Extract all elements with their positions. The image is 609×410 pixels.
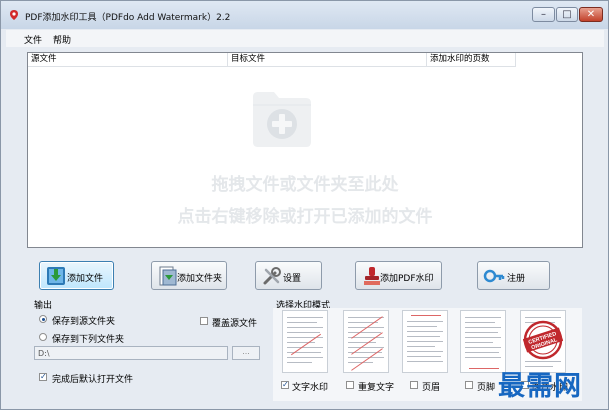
repeat-text-preview[interactable] (343, 310, 389, 373)
mode-repeat-checkbox[interactable] (346, 381, 354, 389)
minimize-icon: – (541, 9, 546, 20)
add-file-button[interactable]: 添加文件 (39, 261, 114, 290)
mode-footer-checkbox[interactable] (465, 381, 473, 389)
maximize-icon: □ (562, 9, 572, 20)
column-source[interactable]: 源文件 (28, 53, 228, 67)
overwrite-checkbox[interactable] (200, 317, 208, 325)
save-to-folder-radio[interactable] (39, 333, 47, 341)
app-logo-icon (10, 10, 18, 20)
open-after-label[interactable]: 完成后默认打开文件 (52, 372, 133, 385)
menu-file[interactable]: 文件 (24, 33, 42, 46)
column-target[interactable]: 目标文件 (228, 53, 427, 67)
mode-repeat-label[interactable]: 重复文字 (358, 380, 394, 393)
add-file-icon (47, 267, 65, 285)
mode-footer-label[interactable]: 页脚 (477, 380, 495, 393)
minimize-button[interactable]: – (532, 7, 555, 22)
browse-button[interactable]: ... (232, 346, 260, 360)
browse-label: ... (242, 347, 250, 356)
key-icon (483, 269, 505, 283)
mode-header-label[interactable]: 页眉 (422, 380, 440, 393)
overwrite-label[interactable]: 覆盖源文件 (212, 316, 257, 329)
column-pages[interactable]: 添加水印的页数 (427, 53, 516, 67)
text-watermark-preview[interactable] (282, 310, 328, 373)
maximize-button[interactable]: □ (556, 7, 578, 22)
add-folder-icon (253, 92, 311, 147)
menu-help[interactable]: 帮助 (53, 33, 71, 46)
add-file-label: 添加文件 (67, 274, 104, 284)
certified-stamp-icon: CERTIFIED ORIGINAL (523, 320, 563, 360)
open-after-checkbox[interactable]: ✓ (39, 373, 47, 381)
save-to-source-radio[interactable] (39, 315, 47, 323)
settings-button[interactable]: 设置 (255, 261, 322, 290)
drop-hint-secondary: 点击右键移除或打开已添加的文件 (177, 207, 433, 227)
save-to-source-label[interactable]: 保存到源文件夹 (52, 314, 115, 327)
drop-hint-primary: 拖拽文件或文件夹至此处 (211, 175, 399, 195)
output-group-title: 输出 (34, 301, 53, 311)
tools-icon (263, 267, 281, 285)
site-watermark-logo: 最需网 (498, 371, 582, 402)
window-title: PDF添加水印工具（PDFdo Add Watermark）2.2 (25, 13, 231, 23)
title-bar[interactable]: PDF添加水印工具（PDFdo Add Watermark）2.2 – □ ✕ (1, 1, 608, 29)
mode-text-label[interactable]: 文字水印 (292, 380, 328, 393)
settings-label: 设置 (283, 274, 302, 284)
register-label: 注册 (507, 274, 526, 284)
mode-text-checkbox[interactable]: ✓ (281, 381, 289, 389)
close-icon: ✕ (586, 9, 596, 20)
register-button[interactable]: 注册 (477, 261, 550, 290)
add-folder-button[interactable]: 添加文件夹 (151, 261, 227, 290)
file-list[interactable]: 源文件 目标文件 添加水印的页数 拖拽文件或文件夹至此处 点击右键移除或打开已添… (27, 52, 583, 248)
add-watermark-label: 添加PDF水印 (380, 274, 434, 284)
save-to-folder-label[interactable]: 保存到下列文件夹 (52, 332, 124, 345)
mode-header-checkbox[interactable] (410, 381, 418, 389)
menu-bar: 文件 帮助 (6, 30, 604, 47)
add-watermark-button[interactable]: 添加PDF水印 (355, 261, 442, 290)
folder-icon (159, 266, 177, 286)
add-folder-label: 添加文件夹 (177, 274, 223, 284)
header-preview[interactable] (402, 310, 448, 373)
output-path-input[interactable] (34, 346, 228, 360)
app-window: PDF添加水印工具（PDFdo Add Watermark）2.2 – □ ✕ … (0, 0, 609, 410)
close-button[interactable]: ✕ (579, 7, 603, 22)
